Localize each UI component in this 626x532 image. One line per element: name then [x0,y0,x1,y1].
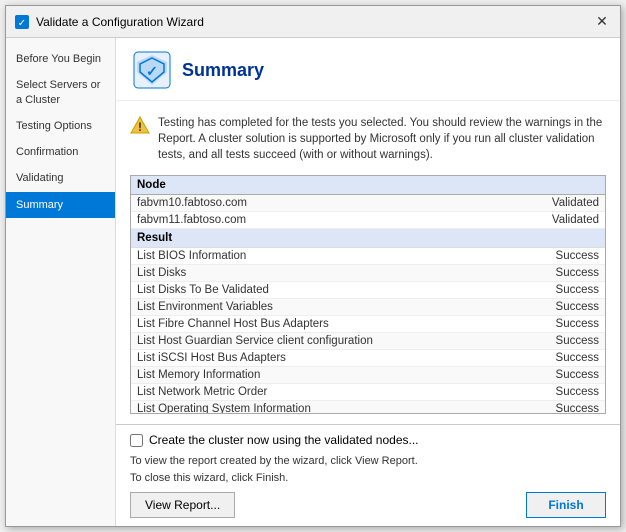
svg-text:!: ! [138,120,142,134]
sidebar-item-summary[interactable]: Summary [6,192,115,218]
svg-text:✓: ✓ [18,18,26,29]
create-cluster-checkbox[interactable] [130,434,143,447]
footer-buttons: View Report... Finish [130,492,606,518]
checkbox-row: Create the cluster now using the validat… [130,433,606,447]
title-bar-left: ✓ Validate a Configuration Wizard [14,14,204,30]
table-row: List DisksSuccess [131,265,605,282]
create-cluster-label[interactable]: Create the cluster now using the validat… [149,433,419,447]
warning-icon: ! [130,115,150,135]
wizard-body: Before You Begin Select Servers or a Clu… [6,38,620,526]
main-content: ✓ Summary ! Testing has completed for th… [116,38,620,526]
table-row: fabvm11.fabtoso.com Validated [131,212,605,229]
sidebar-item-select-servers[interactable]: Select Servers or a Cluster [6,72,115,113]
table-row: List Memory InformationSuccess [131,367,605,384]
wizard-window: ✓ Validate a Configuration Wizard ✕ Befo… [5,5,621,527]
table-row: List Host Guardian Service client config… [131,333,605,350]
sidebar: Before You Begin Select Servers or a Clu… [6,38,116,526]
sidebar-item-validating[interactable]: Validating [6,165,115,191]
table-row: List Fibre Channel Host Bus AdaptersSucc… [131,316,605,333]
view-report-button[interactable]: View Report... [130,492,235,518]
warning-box: ! Testing has completed for the tests yo… [130,111,606,167]
svg-text:✓: ✓ [146,63,158,79]
content-area: ! Testing has completed for the tests yo… [116,101,620,424]
table-row: List Operating System InformationSuccess [131,401,605,414]
footer-text: To view the report created by the wizard… [130,453,606,486]
table-row: List Disks To Be ValidatedSuccess [131,282,605,299]
table-row: fabvm10.fabtoso.com Validated [131,195,605,212]
header-wizard-icon: ✓ [132,50,172,90]
table-row: List Network Metric OrderSuccess [131,384,605,401]
wizard-small-icon: ✓ [14,14,30,30]
sidebar-item-before-you-begin[interactable]: Before You Begin [6,46,115,72]
result-rows-container: List BIOS InformationSuccessList DisksSu… [131,248,605,414]
table-row: List iSCSI Host Bus AdaptersSuccess [131,350,605,367]
title-bar: ✓ Validate a Configuration Wizard ✕ [6,6,620,38]
page-header: ✓ Summary [116,38,620,101]
table-row: List Environment VariablesSuccess [131,299,605,316]
warning-text: Testing has completed for the tests you … [158,115,606,163]
close-button[interactable]: ✕ [592,12,612,32]
sidebar-item-confirmation[interactable]: Confirmation [6,139,115,165]
node-section-header: Node [131,176,605,195]
page-title: Summary [182,60,264,81]
footer-area: Create the cluster now using the validat… [116,424,620,526]
sidebar-item-testing-options[interactable]: Testing Options [6,113,115,139]
result-section-header: Result [131,229,605,248]
table-row: List BIOS InformationSuccess [131,248,605,265]
finish-button[interactable]: Finish [526,492,606,518]
window-title: Validate a Configuration Wizard [36,15,204,29]
results-table[interactable]: Node fabvm10.fabtoso.com Validated fabvm… [130,175,606,414]
